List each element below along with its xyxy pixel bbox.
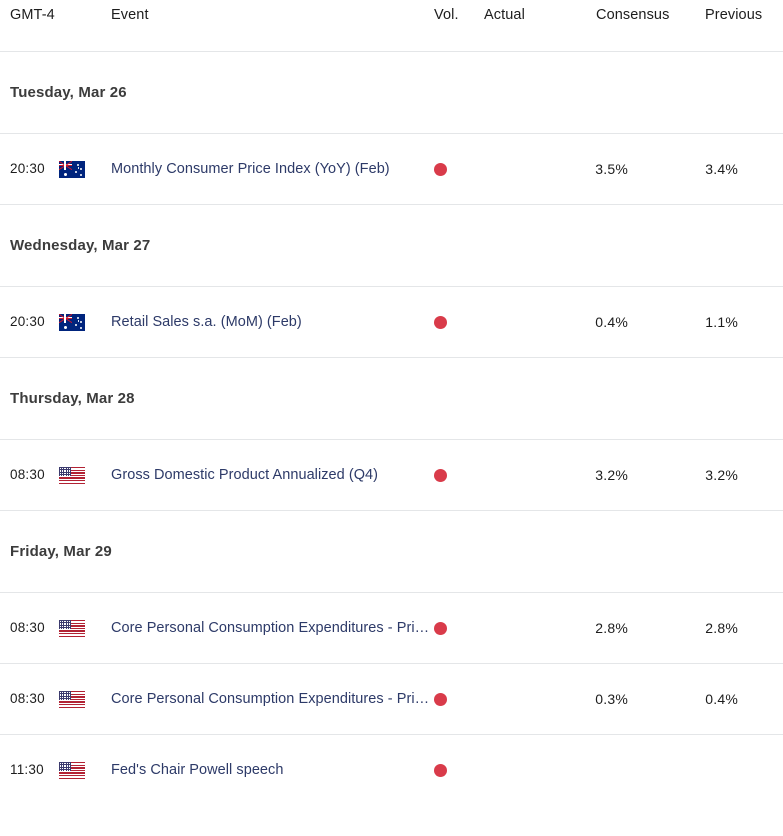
- event-row[interactable]: 08:30 Core Personal Consumption Expenditu…: [0, 664, 783, 735]
- event-name-link[interactable]: Core Personal Consumption Expenditures -…: [111, 691, 433, 707]
- date-header-row: Thursday, Mar 28: [0, 358, 783, 440]
- australia-flag-icon: [59, 314, 85, 331]
- event-time: 08:30: [10, 620, 45, 635]
- date-heading: Thursday, Mar 28: [10, 390, 135, 407]
- high-volatility-icon: [434, 316, 447, 329]
- event-name-cell: Retail Sales s.a. (MoM) (Feb): [111, 314, 433, 330]
- event-row[interactable]: 08:30 Core Personal Consumption Expenditu…: [0, 593, 783, 664]
- volatility-indicator[interactable]: [434, 316, 470, 329]
- event-name-link[interactable]: Gross Domestic Product Annualized (Q4): [111, 467, 433, 483]
- volatility-indicator[interactable]: [434, 693, 470, 706]
- united-states-flag-icon: [59, 467, 85, 484]
- volatility-indicator[interactable]: [434, 469, 470, 482]
- high-volatility-icon: [434, 622, 447, 635]
- event-name-link[interactable]: Retail Sales s.a. (MoM) (Feb): [111, 314, 433, 330]
- event-previous-value: 3.4%: [705, 161, 738, 177]
- volatility-indicator[interactable]: [434, 764, 470, 777]
- calendar-column-header: GMT-4 Event Vol. Actual Consensus Previo…: [0, 0, 783, 52]
- date-heading: Friday, Mar 29: [10, 543, 112, 560]
- event-time: 08:30: [10, 691, 45, 706]
- country-flag: [59, 620, 89, 637]
- event-row[interactable]: 20:30 Retail Sales s.a. (MoM) (Feb) 0.4% 1.…: [0, 287, 783, 358]
- date-header-row: Friday, Mar 29: [0, 511, 783, 593]
- event-consensus-value: 0.4%: [595, 314, 628, 330]
- column-header-actual: Actual: [484, 7, 525, 23]
- event-previous-value: 1.1%: [705, 314, 738, 330]
- country-flag: [59, 314, 89, 331]
- event-time: 08:30: [10, 467, 45, 482]
- event-consensus-value: 3.2%: [595, 467, 628, 483]
- event-name-cell: Monthly Consumer Price Index (YoY) (Feb): [111, 161, 433, 177]
- event-name-cell: Gross Domestic Product Annualized (Q4): [111, 467, 433, 483]
- united-states-flag-icon: [59, 691, 85, 708]
- country-flag: [59, 467, 89, 484]
- event-name-cell: Core Personal Consumption Expenditures -…: [111, 691, 433, 707]
- event-name-link[interactable]: Fed's Chair Powell speech: [111, 762, 433, 778]
- date-header-row: Wednesday, Mar 27: [0, 205, 783, 287]
- date-header-row: Tuesday, Mar 26: [0, 52, 783, 134]
- volatility-indicator[interactable]: [434, 163, 470, 176]
- country-flag: [59, 762, 89, 779]
- date-heading: Tuesday, Mar 26: [10, 84, 127, 101]
- united-states-flag-icon: [59, 762, 85, 779]
- event-previous-value: 3.2%: [705, 467, 738, 483]
- column-header-event: Event: [111, 7, 149, 23]
- event-consensus-value: 0.3%: [595, 691, 628, 707]
- united-states-flag-icon: [59, 620, 85, 637]
- event-name-link[interactable]: Core Personal Consumption Expenditures -…: [111, 620, 433, 636]
- event-previous-value: 0.4%: [705, 691, 738, 707]
- high-volatility-icon: [434, 469, 447, 482]
- volatility-indicator[interactable]: [434, 622, 470, 635]
- country-flag: [59, 161, 89, 178]
- event-name-cell: Core Personal Consumption Expenditures -…: [111, 620, 433, 636]
- high-volatility-icon: [434, 693, 447, 706]
- event-previous-value: 2.8%: [705, 620, 738, 636]
- column-header-timezone: GMT-4: [10, 7, 55, 23]
- event-consensus-value: 3.5%: [595, 161, 628, 177]
- event-row[interactable]: 08:30 Gross Domestic Product Annualized (…: [0, 440, 783, 511]
- high-volatility-icon: [434, 764, 447, 777]
- event-consensus-value: 2.8%: [595, 620, 628, 636]
- column-header-previous: Previous: [705, 7, 763, 23]
- event-time: 20:30: [10, 161, 45, 176]
- event-row[interactable]: 20:30 Monthly Consumer Price Index (YoY) …: [0, 134, 783, 205]
- country-flag: [59, 691, 89, 708]
- event-time: 20:30: [10, 314, 45, 329]
- australia-flag-icon: [59, 161, 85, 178]
- column-header-consensus: Consensus: [596, 7, 670, 23]
- event-time: 11:30: [10, 762, 44, 777]
- column-header-volatility: Vol.: [434, 7, 459, 23]
- event-name-cell: Fed's Chair Powell speech: [111, 762, 433, 778]
- high-volatility-icon: [434, 163, 447, 176]
- date-heading: Wednesday, Mar 27: [10, 237, 151, 254]
- economic-calendar: GMT-4 Event Vol. Actual Consensus Previo…: [0, 0, 783, 836]
- event-name-link[interactable]: Monthly Consumer Price Index (YoY) (Feb): [111, 161, 433, 177]
- event-row[interactable]: 11:30 Fed's Chair Powell speech: [0, 735, 783, 806]
